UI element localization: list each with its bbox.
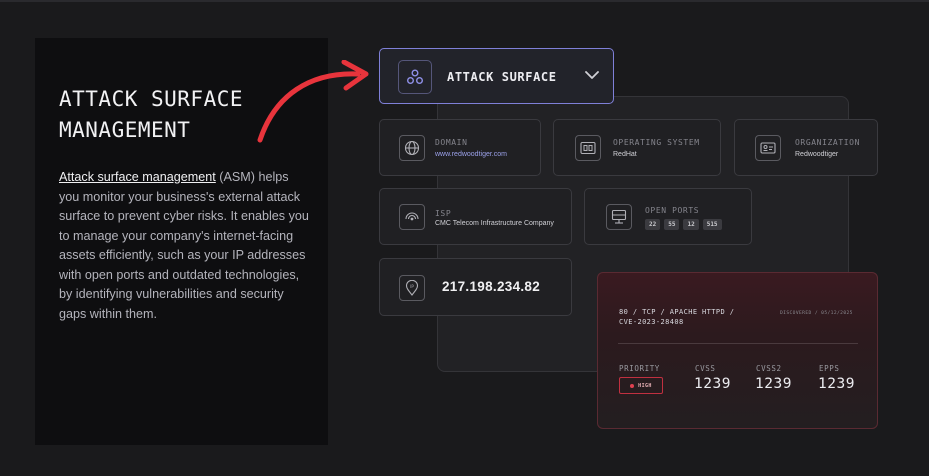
domain-value[interactable]: www.redwoodtiger.com xyxy=(435,151,507,158)
cvss2-label: CVSS2 xyxy=(756,364,782,373)
divider xyxy=(618,343,858,344)
server-icon xyxy=(606,204,632,230)
asm-link[interactable]: Attack surface management xyxy=(59,170,216,184)
top-divider xyxy=(0,0,929,2)
org-label: ORGANIZATION xyxy=(795,138,860,147)
globe-icon xyxy=(399,135,425,161)
vulnerability-card[interactable]: 80 / TCP / APACHE HTTPD / CVE-2023-28408… xyxy=(597,272,878,429)
signal-icon xyxy=(399,204,425,230)
priority-label: PRIORITY xyxy=(619,364,660,373)
ip-pin-icon: IP xyxy=(399,275,425,301)
isp-card[interactable]: ISP CMC Telecom Infrastructure Company xyxy=(379,188,572,245)
cve-title: 80 / TCP / APACHE HTTPD / CVE-2023-28408 xyxy=(619,307,759,327)
id-card-icon xyxy=(755,135,781,161)
domain-card[interactable]: DOMAIN www.redwoodtiger.com xyxy=(379,119,541,176)
hub-icon xyxy=(398,60,432,94)
cve-title-line-2: CVE-2023-28408 xyxy=(619,318,684,326)
attack-surface-title: ATTACK SURFACE xyxy=(447,70,557,84)
operating-system-card[interactable]: OPERATING SYSTEM RedHat xyxy=(553,119,721,176)
port-badge: 515 xyxy=(702,219,722,230)
pointer-arrow-icon xyxy=(257,60,369,143)
port-list: 22 55 12 515 xyxy=(645,219,722,230)
epps-label: EPPS xyxy=(819,364,840,373)
os-value: RedHat xyxy=(613,151,637,158)
os-icon xyxy=(575,135,601,161)
priority-dot-icon xyxy=(630,383,635,388)
priority-badge: HIGH xyxy=(619,377,663,394)
ip-address-value: 217.198.234.82 xyxy=(442,279,541,294)
open-ports-label: OPEN PORTS xyxy=(645,206,700,215)
chevron-down-icon xyxy=(585,71,599,79)
port-badge: 12 xyxy=(683,219,699,230)
org-value: Redwoodtiger xyxy=(795,151,839,158)
cve-title-line-1: 80 / TCP / APACHE HTTPD / xyxy=(619,308,735,316)
cvss-label: CVSS xyxy=(695,364,716,373)
epps-value: 1239 xyxy=(818,376,855,392)
port-badge: 55 xyxy=(664,219,680,230)
description-text: (ASM) helps you monitor your business's … xyxy=(59,170,309,321)
priority-value: HIGH xyxy=(638,382,652,389)
domain-label: DOMAIN xyxy=(435,138,468,147)
cvss2-value: 1239 xyxy=(755,376,792,392)
ip-address-card[interactable]: IP 217.198.234.82 xyxy=(379,258,572,316)
port-badge: 22 xyxy=(645,219,661,230)
discovered-date: DISCOVERED / 05/12/2025 xyxy=(780,311,853,316)
organization-card[interactable]: ORGANIZATION Redwoodtiger xyxy=(734,119,878,176)
attack-surface-dropdown[interactable]: ATTACK SURFACE xyxy=(379,48,614,104)
intro-description: Attack surface management (ASM) helps yo… xyxy=(59,168,309,324)
cvss-value: 1239 xyxy=(694,376,731,392)
open-ports-card[interactable]: OPEN PORTS 22 55 12 515 xyxy=(584,188,752,245)
svg-text:IP: IP xyxy=(410,284,414,289)
os-label: OPERATING SYSTEM xyxy=(613,138,700,147)
isp-value: CMC Telecom Infrastructure Company xyxy=(435,220,554,227)
isp-label: ISP xyxy=(435,209,452,218)
